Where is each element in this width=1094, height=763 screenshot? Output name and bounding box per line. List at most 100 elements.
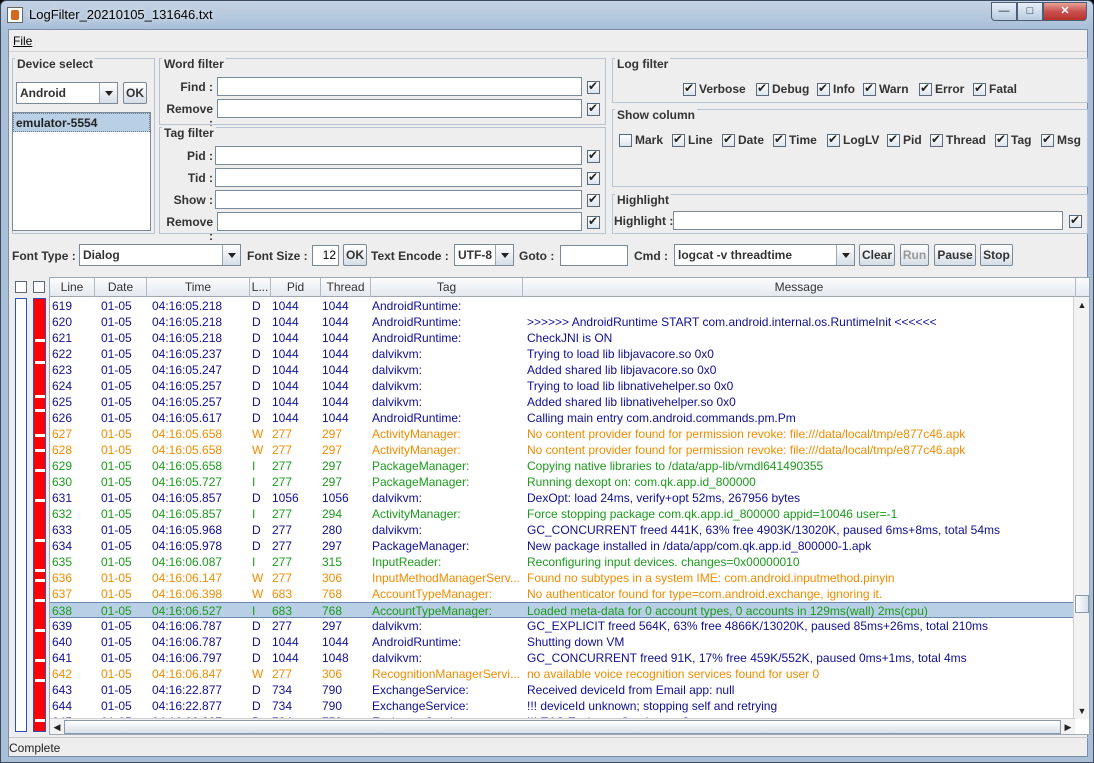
verbose-checkbox[interactable] xyxy=(683,81,696,96)
col-header-tag[interactable]: Tag xyxy=(371,278,523,297)
col-header-level[interactable]: L... xyxy=(250,278,271,297)
warn-checkbox[interactable] xyxy=(863,81,876,96)
remove-tag-checkbox[interactable] xyxy=(587,214,600,229)
table-row[interactable]: 638 01-05 04:16:06.527 I 683 768 AccountTypeMa… xyxy=(50,602,1075,618)
table-row[interactable]: 624 01-05 04:16:05.257 D 1044 1044 dalvikvm: Tr… xyxy=(50,378,1075,394)
scroll-down-icon[interactable]: ▼ xyxy=(1075,704,1089,718)
device-ok-button[interactable]: OK xyxy=(123,82,147,104)
show-tag-input[interactable] xyxy=(215,190,582,209)
stop-button[interactable]: Stop xyxy=(980,244,1013,266)
log-level-bar[interactable] xyxy=(33,298,46,732)
run-button[interactable]: Run xyxy=(900,244,929,266)
remove-tag-label: Remove : xyxy=(166,215,213,243)
mark-checkbox[interactable] xyxy=(619,134,632,147)
remove-word-input[interactable] xyxy=(217,99,582,118)
device-type-combo[interactable]: Android xyxy=(16,82,118,104)
horizontal-scrollbar[interactable]: ◀ ▶ xyxy=(50,718,1075,734)
log-table[interactable]: Line Date Time L... Pid Thread Tag Messa… xyxy=(49,277,1090,735)
overview-header-checkbox-2[interactable] xyxy=(33,281,45,293)
scroll-right-icon[interactable]: ▶ xyxy=(1061,720,1075,734)
debug-checkbox[interactable] xyxy=(756,81,769,96)
clear-button[interactable]: Clear xyxy=(859,244,895,266)
font-ok-button[interactable]: OK xyxy=(343,244,367,266)
show-tag-checkbox[interactable] xyxy=(587,192,600,207)
table-row[interactable]: 630 01-05 04:16:05.727 I 277 297 PackageManage… xyxy=(50,474,1075,490)
chevron-down-icon[interactable] xyxy=(495,245,513,265)
table-row[interactable]: 636 01-05 04:16:06.147 W 277 306 InputMethodMa… xyxy=(50,570,1075,586)
horizontal-scroll-thumb[interactable] xyxy=(64,720,1061,734)
table-row[interactable]: 629 01-05 04:16:05.658 I 277 297 PackageManage… xyxy=(50,458,1075,474)
find-input[interactable] xyxy=(217,77,582,96)
table-row[interactable]: 633 01-05 04:16:05.968 D 277 280 dalvikvm: GC_C… xyxy=(50,522,1075,538)
vertical-scroll-thumb[interactable] xyxy=(1075,595,1089,613)
loglv-checkbox[interactable] xyxy=(827,132,840,147)
col-header-time[interactable]: Time xyxy=(147,278,250,297)
title-bar[interactable]: LogFilter_20210105_131646.txt — □ ✕ xyxy=(1,1,1093,29)
scroll-up-icon[interactable]: ▲ xyxy=(1075,298,1089,312)
info-checkbox[interactable] xyxy=(817,81,830,96)
pause-button[interactable]: Pause xyxy=(934,244,976,266)
minimize-button[interactable]: — xyxy=(991,2,1017,21)
font-type-combo[interactable]: Dialog xyxy=(79,244,241,266)
time-checkbox[interactable] xyxy=(773,132,786,147)
table-row[interactable]: 626 01-05 04:16:05.617 D 1044 1044 AndroidRunt… xyxy=(50,410,1075,426)
pid-checkbox[interactable] xyxy=(587,148,600,163)
table-row[interactable]: 641 01-05 04:16:06.797 D 1044 1048 dalvikvm: GC… xyxy=(50,650,1075,666)
table-row[interactable]: 628 01-05 04:16:05.658 W 277 297 ActivityManag… xyxy=(50,442,1075,458)
table-row[interactable]: 634 01-05 04:16:05.978 D 277 297 PackageManage… xyxy=(50,538,1075,554)
scroll-left-icon[interactable]: ◀ xyxy=(50,720,64,734)
table-row[interactable]: 619 01-05 04:16:05.218 D 1044 1044 AndroidRunt… xyxy=(50,298,1075,314)
table-row[interactable]: 642 01-05 04:16:06.847 W 277 306 RecognitionMa… xyxy=(50,666,1075,682)
tag-col-checkbox[interactable] xyxy=(995,132,1008,147)
table-row[interactable]: 632 01-05 04:16:05.857 I 277 294 ActivityManag… xyxy=(50,506,1075,522)
table-row[interactable]: 625 01-05 04:16:05.257 D 1044 1044 dalvikvm: Ad… xyxy=(50,394,1075,410)
col-header-thread[interactable]: Thread xyxy=(321,278,371,297)
col-header-message[interactable]: Message xyxy=(523,278,1076,297)
device-item[interactable]: emulator-5554 xyxy=(13,113,150,132)
table-row[interactable]: 621 01-05 04:16:05.218 D 1044 1044 AndroidRunt… xyxy=(50,330,1075,346)
line-checkbox[interactable] xyxy=(672,132,685,147)
cmd-combo[interactable]: logcat -v threadtime xyxy=(674,244,855,266)
remove-word-checkbox[interactable] xyxy=(587,101,600,116)
font-size-input[interactable]: 12 xyxy=(312,245,339,266)
error-checkbox[interactable] xyxy=(919,81,932,96)
col-header-line[interactable]: Line xyxy=(50,278,95,297)
goto-input[interactable] xyxy=(560,245,628,266)
chevron-down-icon[interactable] xyxy=(836,245,854,265)
maximize-button[interactable]: □ xyxy=(1017,2,1043,21)
col-header-pid[interactable]: Pid xyxy=(271,278,321,297)
table-row[interactable]: 637 01-05 04:16:06.398 W 683 768 AccountTypeMa… xyxy=(50,586,1075,602)
thread-checkbox[interactable] xyxy=(930,132,943,147)
table-row[interactable]: 644 01-05 04:16:22.877 D 734 790 ExchangeServi… xyxy=(50,698,1075,714)
table-row[interactable]: 640 01-05 04:16:06.787 D 1044 1044 AndroidRunt… xyxy=(50,634,1075,650)
chevron-down-icon[interactable] xyxy=(222,245,240,265)
vertical-scrollbar[interactable]: ▲ ▼ xyxy=(1073,297,1089,719)
remove-tag-input[interactable] xyxy=(217,212,582,231)
highlight-input[interactable] xyxy=(673,211,1063,230)
pid-col-checkbox[interactable] xyxy=(887,132,900,147)
fatal-checkbox[interactable] xyxy=(973,81,986,96)
encode-combo[interactable]: UTF-8 xyxy=(454,244,514,266)
table-row[interactable]: 623 01-05 04:16:05.247 D 1044 1044 dalvikvm: Ad… xyxy=(50,362,1075,378)
find-checkbox[interactable] xyxy=(587,79,600,94)
table-row[interactable]: 627 01-05 04:16:05.658 W 277 297 ActivityManag… xyxy=(50,426,1075,442)
device-list[interactable]: emulator-5554 xyxy=(12,112,151,231)
table-row[interactable]: 622 01-05 04:16:05.237 D 1044 1044 dalvikvm: Tr… xyxy=(50,346,1075,362)
tid-checkbox[interactable] xyxy=(587,170,600,185)
bookmark-bar[interactable] xyxy=(15,298,27,732)
table-row[interactable]: 639 01-05 04:16:06.787 D 277 297 dalvikvm: GC_E… xyxy=(50,618,1075,634)
table-row[interactable]: 620 01-05 04:16:05.218 D 1044 1044 AndroidRunt… xyxy=(50,314,1075,330)
msg-checkbox[interactable] xyxy=(1041,132,1054,147)
table-row[interactable]: 635 01-05 04:16:06.087 I 277 315 InputReader: R… xyxy=(50,554,1075,570)
overview-header-checkbox-1[interactable] xyxy=(15,281,27,293)
highlight-checkbox[interactable] xyxy=(1069,213,1082,228)
pid-input[interactable] xyxy=(215,146,582,165)
table-row[interactable]: 643 01-05 04:16:22.877 D 734 790 ExchangeServi… xyxy=(50,682,1075,698)
tid-input[interactable] xyxy=(215,168,582,187)
menu-file[interactable]: File xyxy=(9,30,36,52)
date-checkbox[interactable] xyxy=(722,132,735,147)
close-button[interactable]: ✕ xyxy=(1043,2,1087,21)
table-row[interactable]: 631 01-05 04:16:05.857 D 1056 1056 dalvikvm: De… xyxy=(50,490,1075,506)
col-header-date[interactable]: Date xyxy=(95,278,147,297)
chevron-down-icon[interactable] xyxy=(99,83,117,103)
